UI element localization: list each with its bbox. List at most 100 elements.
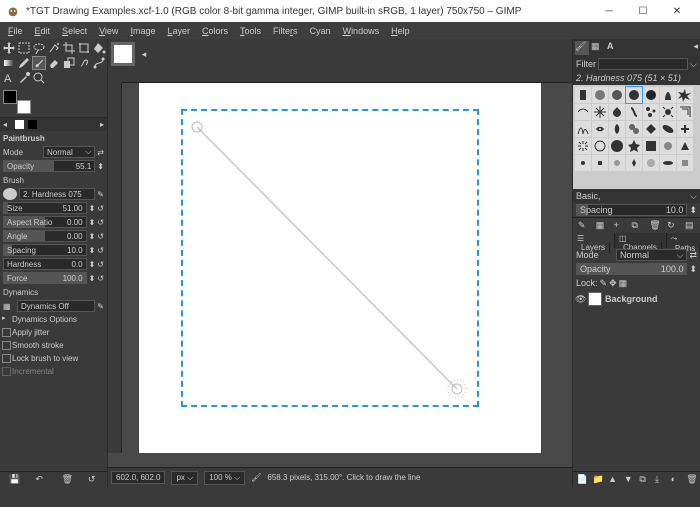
title-bar: *TGT Drawing Examples.xcf-1.0 (RGB color… <box>0 0 700 22</box>
status-unit[interactable]: px ⌵ <box>171 471 198 485</box>
brush-name[interactable]: 2. Hardness 075 <box>19 188 95 200</box>
tool-smudge[interactable] <box>77 56 91 70</box>
tool-crop[interactable] <box>62 41 76 55</box>
hardness-slider[interactable]: Hardness0.0 <box>3 258 87 270</box>
image-area: ◂ 602.0, 602.0 px ⌵ 100 <box>108 39 572 487</box>
layer-row[interactable]: 👁 Background <box>573 290 700 308</box>
toolbox: A <box>0 39 107 87</box>
dynamics-select[interactable]: Dynamics Off <box>17 300 95 312</box>
dynamics-options[interactable]: Dynamics Options <box>0 313 107 326</box>
menu-help[interactable]: Help <box>385 25 416 37</box>
tool-path[interactable] <box>92 56 106 70</box>
tool-paintbrush[interactable] <box>32 56 46 70</box>
menu-filters[interactable]: Filters <box>267 25 304 37</box>
tool-text[interactable]: A <box>2 71 16 85</box>
tool-picker[interactable] <box>17 71 31 85</box>
visibility-icon[interactable]: 👁 <box>575 294 585 305</box>
tool-move[interactable] <box>2 41 16 55</box>
layer-opacity-slider[interactable]: Opacity100.0 <box>576 263 687 275</box>
brushes-tab-icon[interactable]: 🖌 <box>575 41 589 55</box>
new-group-icon[interactable]: 📁 <box>592 474 602 484</box>
lock-brush-check[interactable]: Lock brush to view <box>0 352 107 365</box>
tool-fuzzy-select[interactable] <box>47 41 61 55</box>
image-tab[interactable] <box>111 42 135 66</box>
lock-position-icon[interactable]: ✥ <box>609 278 617 289</box>
tool-pencil[interactable] <box>17 56 31 70</box>
tool-options-footer: 💾 ↶ 🗑 ↺ <box>0 471 107 487</box>
mode-select[interactable]: Normal⌵ <box>43 146 95 158</box>
app-icon <box>6 4 20 18</box>
tab-paths[interactable]: ⤳ Paths <box>667 233 700 248</box>
delete-icon[interactable]: 🗑 <box>62 474 72 484</box>
paintbrush-status-icon: 🖌 <box>251 473 261 482</box>
brush-edit-icon[interactable]: ✎ <box>97 190 104 199</box>
lock-alpha-icon[interactable]: ▦ <box>619 278 628 289</box>
brush-category[interactable]: Basic, <box>576 191 601 201</box>
menu-edit[interactable]: Edit <box>29 25 57 37</box>
fonts-tab-icon[interactable]: A <box>607 41 621 55</box>
menu-view[interactable]: View <box>93 25 124 37</box>
mask-icon[interactable]: ◐ <box>671 474 681 484</box>
duplicate-layer-icon[interactable]: ⧉ <box>639 474 649 484</box>
tool-eraser[interactable] <box>47 56 61 70</box>
size-slider[interactable]: Size51.00 <box>3 202 87 214</box>
save-icon[interactable]: 💾 <box>9 474 19 484</box>
minimize-button[interactable]: ─ <box>592 0 626 22</box>
smooth-stroke-check[interactable]: Smooth stroke <box>0 339 107 352</box>
tab-menu-icon[interactable]: ◂ <box>137 42 151 66</box>
status-zoom[interactable]: 100 % ⌵ <box>204 471 245 485</box>
patterns-tab-icon[interactable]: ▦ <box>591 41 605 55</box>
force-slider[interactable]: Force100.0 <box>3 272 87 284</box>
menu-tools[interactable]: Tools <box>234 25 267 37</box>
ruler-vertical[interactable] <box>108 83 122 453</box>
tool-clone[interactable] <box>62 56 76 70</box>
brush-spacing-slider[interactable]: Spacing10.0 <box>576 204 687 216</box>
menu-file[interactable]: File <box>2 25 29 37</box>
reset-icon[interactable]: ↺ <box>88 474 98 484</box>
menu-colors[interactable]: Colors <box>196 25 234 37</box>
canvas-viewport[interactable] <box>122 83 558 453</box>
ruler-horizontal[interactable] <box>122 69 572 83</box>
merge-down-icon[interactable]: ⤓ <box>655 474 665 484</box>
spacing-slider[interactable]: Spacing10.0 <box>3 244 87 256</box>
apply-jitter-check[interactable]: Apply jitter <box>0 326 107 339</box>
tool-name: Paintbrush <box>0 131 107 145</box>
tool-rect-select[interactable] <box>17 41 31 55</box>
tool-zoom[interactable] <box>32 71 46 85</box>
tab-channels[interactable]: ◫ Channels <box>615 233 667 248</box>
tool-gradient[interactable] <box>2 56 16 70</box>
layer-name[interactable]: Background <box>605 294 658 304</box>
tab-layers[interactable]: ☰ Layers <box>573 233 615 248</box>
brush-grid[interactable] <box>573 85 700 189</box>
ruler-corner <box>108 69 122 83</box>
image-tabs: ◂ <box>108 39 572 69</box>
raise-layer-icon[interactable]: ▲ <box>608 474 618 484</box>
restore-icon[interactable]: ↶ <box>35 474 45 484</box>
opacity-slider[interactable]: Opacity55.1 <box>3 160 95 172</box>
maximize-button[interactable]: ☐ <box>626 0 660 22</box>
mode-swap-icon[interactable]: ⇄ <box>97 148 104 157</box>
tool-transform[interactable] <box>77 41 91 55</box>
brush-preview-icon[interactable] <box>3 188 17 200</box>
canvas[interactable] <box>139 83 541 453</box>
delete-layer-icon[interactable]: 🗑 <box>686 474 696 484</box>
foreground-color[interactable] <box>3 90 17 104</box>
menu-layer[interactable]: Layer <box>161 25 196 37</box>
lock-pixels-icon[interactable]: ✎ <box>600 278 608 289</box>
incremental-check[interactable]: Incremental <box>0 365 107 378</box>
menu-windows[interactable]: Windows <box>337 25 386 37</box>
tool-free-select[interactable] <box>32 41 46 55</box>
filter-input[interactable] <box>598 58 688 70</box>
tool-bucket[interactable] <box>92 41 106 55</box>
color-swatches[interactable] <box>3 90 31 114</box>
angle-slider[interactable]: Angle0.00 <box>3 230 87 242</box>
background-color[interactable] <box>17 100 31 114</box>
new-layer-icon[interactable]: 📄 <box>577 474 587 484</box>
aspect-slider[interactable]: Aspect Ratio0.00 <box>3 216 87 228</box>
menu-image[interactable]: Image <box>124 25 161 37</box>
lower-layer-icon[interactable]: ▼ <box>624 474 634 484</box>
close-button[interactable]: ✕ <box>660 0 694 22</box>
menu-select[interactable]: Select <box>56 25 93 37</box>
layer-mode-select[interactable]: Normal⌵ <box>616 249 687 261</box>
menu-cyan[interactable]: Cyan <box>304 25 337 37</box>
